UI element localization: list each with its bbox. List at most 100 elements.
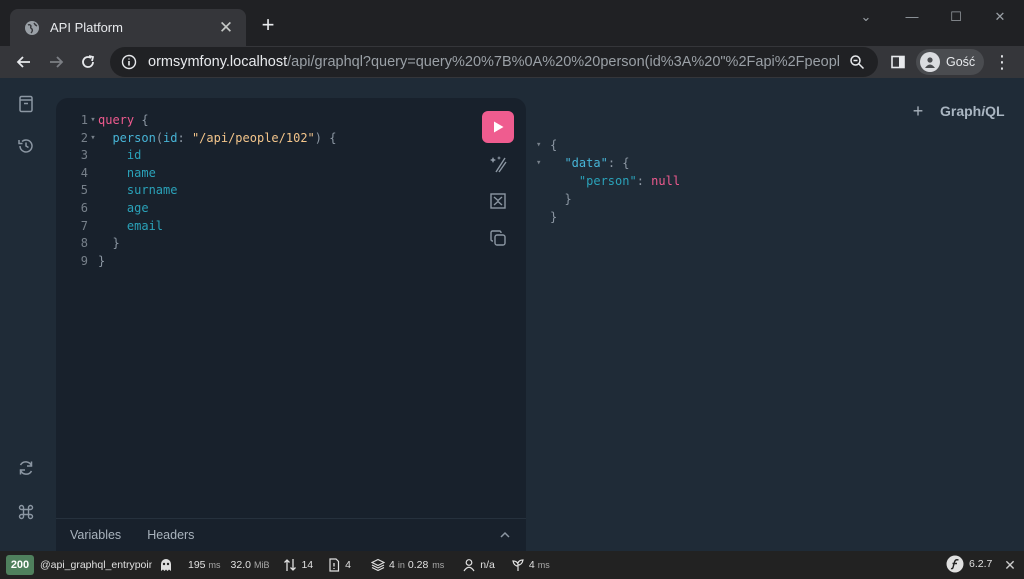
response-line: ▾{ xyxy=(536,136,680,154)
address-bar-url[interactable]: ormsymfony.localhost/api/graphql?query=q… xyxy=(148,54,840,70)
chevron-up-icon[interactable] xyxy=(498,528,512,542)
merge-icon xyxy=(490,193,506,209)
json-token: "data" xyxy=(564,156,608,170)
close-window-button[interactable]: ✕ xyxy=(978,6,1022,28)
user-icon xyxy=(462,558,476,572)
query-editor[interactable]: 1 ▾ query {2 ▾ person(id: "/api/people/102"… xyxy=(70,112,337,271)
memory-usage[interactable]: 32.0 MiB xyxy=(231,559,270,571)
code-token: person xyxy=(112,130,156,145)
time-value: 195 xyxy=(188,559,206,571)
request-time[interactable]: 195 ms xyxy=(188,559,221,571)
json-token: null xyxy=(651,174,681,188)
cache-time: 0.28 xyxy=(407,559,429,571)
line-number: 6 xyxy=(80,200,88,215)
forward-button[interactable] xyxy=(42,48,70,76)
query-editor-panel: 1 ▾ query {2 ▾ person(id: "/api/people/102"… xyxy=(56,98,526,551)
json-token: } xyxy=(550,210,558,224)
refetch-schema-button[interactable] xyxy=(14,456,38,480)
url-path: /api/graphql?query=query%20%7B%0A%20%20p… xyxy=(287,54,840,70)
code-token: { xyxy=(134,113,149,127)
browser-menu-button[interactable]: ⋮ xyxy=(988,48,1016,76)
back-button[interactable] xyxy=(10,48,38,76)
response-line: } xyxy=(536,208,680,226)
twig-value: 4 xyxy=(528,559,535,571)
tab-headers[interactable]: Headers xyxy=(147,528,194,542)
zoom-magnifier-icon[interactable] xyxy=(846,51,868,73)
line-number: 7 xyxy=(80,218,88,233)
line-number: 4 xyxy=(80,165,88,180)
json-token: } xyxy=(550,192,572,206)
site-info-icon[interactable] xyxy=(120,53,138,71)
prettify-query-button[interactable] xyxy=(486,152,510,176)
browser-toolbar: ormsymfony.localhost/api/graphql?query=q… xyxy=(0,46,1024,78)
tab-close-icon[interactable]: ✕ xyxy=(216,18,236,38)
fold-marker[interactable]: ▾ xyxy=(536,136,550,154)
execute-query-button[interactable] xyxy=(482,111,514,143)
new-tab-button[interactable]: + xyxy=(256,14,280,38)
tab-search-chevron-icon[interactable]: ⌄ xyxy=(844,6,888,28)
profile-button[interactable]: Gość xyxy=(916,49,984,75)
json-token: { xyxy=(550,138,558,152)
fold-marker[interactable]: ▾ xyxy=(536,154,550,172)
logo-suffix: QL xyxy=(985,103,1005,119)
editor-line: 9} xyxy=(70,253,336,271)
cache-calls[interactable]: 4 in 0.28 ms xyxy=(371,558,444,572)
code-token: age xyxy=(126,200,149,215)
memory-unit: MiB xyxy=(253,560,270,570)
graphiql-logo: GraphiQL xyxy=(940,103,1005,119)
fold-marker xyxy=(88,182,98,200)
response-line: } xyxy=(536,190,680,208)
refresh-icon xyxy=(19,461,33,475)
maximize-window-button[interactable]: ☐ xyxy=(934,6,978,28)
add-tab-button[interactable]: + xyxy=(908,101,928,121)
tab-variables[interactable]: Variables xyxy=(70,528,121,542)
json-token: "person" xyxy=(578,174,637,188)
requests-count: 14 xyxy=(301,559,314,571)
symfony-version[interactable]: 6.2.7 xyxy=(946,555,992,573)
close-profiler-button[interactable]: ✕ xyxy=(1002,557,1018,573)
http-requests[interactable]: 14 xyxy=(283,558,313,572)
copy-query-button[interactable] xyxy=(486,226,510,250)
code-token: id xyxy=(163,130,178,145)
twig-render[interactable]: 4 ms xyxy=(511,558,550,572)
security-user[interactable]: n/a xyxy=(462,558,495,572)
editor-line: 5 surname xyxy=(70,182,336,200)
graphiql-page: 1 ▾ query {2 ▾ person(id: "/api/people/102"… xyxy=(0,78,1024,551)
logs[interactable]: 4 xyxy=(327,558,351,572)
address-bar[interactable]: ormsymfony.localhost/api/graphql?query=q… xyxy=(110,47,878,77)
code-token: query xyxy=(98,113,135,127)
url-host: ormsymfony.localhost xyxy=(148,54,288,70)
response-viewer[interactable]: ▾{▾ "data": { "person": null }} xyxy=(536,136,680,226)
side-panel-button[interactable] xyxy=(884,48,912,76)
docs-explorer-button[interactable] xyxy=(14,92,38,116)
merge-fragments-button[interactable] xyxy=(486,189,510,213)
json-token: : xyxy=(636,174,652,188)
fold-marker[interactable]: ▾ xyxy=(88,112,98,130)
fold-marker[interactable]: ▾ xyxy=(88,130,98,148)
ghost-icon[interactable] xyxy=(158,557,174,573)
response-panel: + GraphiQL ▾{▾ "data": { "person": null … xyxy=(526,98,1024,551)
copy-icon xyxy=(490,230,506,246)
cache-count: 4 xyxy=(389,559,395,571)
layers-icon xyxy=(371,558,385,572)
keyboard-shortcuts-button[interactable] xyxy=(14,500,38,524)
minimize-window-button[interactable]: — xyxy=(890,6,934,28)
reload-button[interactable] xyxy=(74,48,102,76)
json-token: : { xyxy=(607,156,630,170)
editor-line: 3 id xyxy=(70,147,336,165)
play-icon xyxy=(494,121,504,133)
code-token: ) { xyxy=(314,130,337,145)
version-value: 6.2.7 xyxy=(969,558,993,570)
route-name[interactable]: @api_graphql_entrypoint xyxy=(40,559,152,571)
browser-tab-api-platform[interactable]: API Platform ✕ xyxy=(10,9,246,46)
code-token: } xyxy=(98,236,120,251)
status-code-badge[interactable]: 200 xyxy=(6,555,34,575)
code-token: id xyxy=(126,148,142,163)
log-file-icon xyxy=(327,558,341,572)
history-button[interactable] xyxy=(14,134,38,158)
fold-marker xyxy=(88,165,98,183)
reload-icon xyxy=(82,55,95,68)
fold-marker xyxy=(88,200,98,218)
